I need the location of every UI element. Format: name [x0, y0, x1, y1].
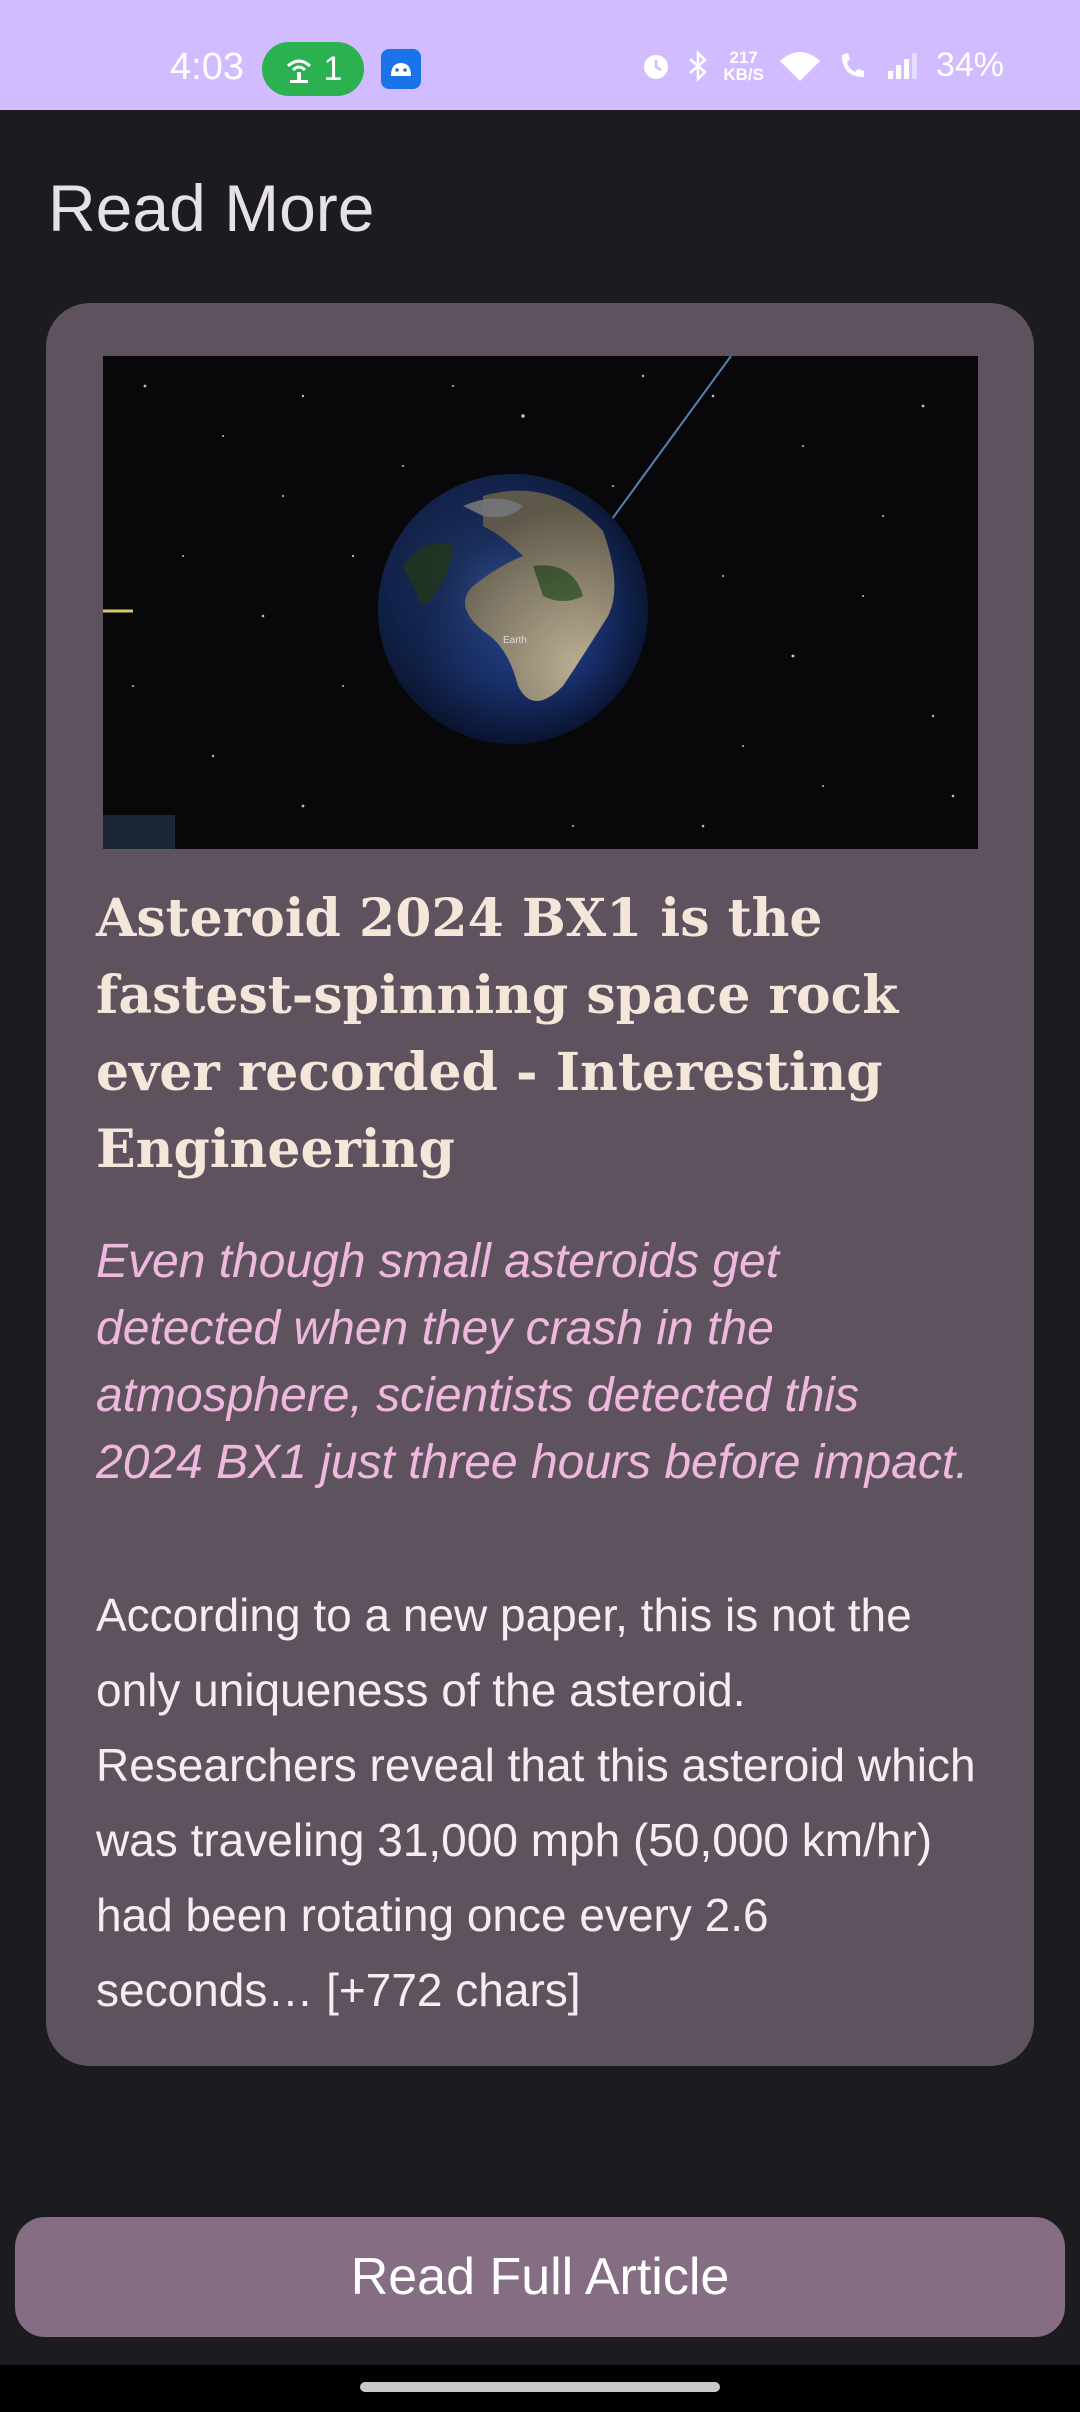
network-speed: 217 KB/S: [723, 49, 764, 83]
hotspot-badge: 1: [262, 42, 364, 96]
article-body: According to a new paper, this is not th…: [96, 1589, 976, 2016]
status-right-group: 217 KB/S 34%: [639, 46, 1004, 85]
home-indicator[interactable]: [360, 2382, 720, 2392]
hotspot-icon: [286, 59, 311, 83]
wifi-calling-icon: [841, 52, 864, 77]
navigation-bar: [0, 2365, 1080, 2412]
status-time: 4:03: [170, 46, 244, 88]
read-full-article-button[interactable]: Read Full Article: [15, 2217, 1065, 2337]
page-title: Read More: [48, 171, 375, 245]
android-icon: [381, 49, 421, 89]
network-speed-unit: KB/S: [723, 64, 764, 84]
bluetooth-icon: [689, 49, 708, 82]
network-speed-value: 217: [729, 47, 758, 67]
hotspot-count: 1: [323, 49, 343, 88]
article-image: Earth: [103, 356, 978, 849]
article-title: Asteroid 2024 BX1 is the fastest-spinnin…: [96, 888, 899, 1180]
wifi-icon: [779, 51, 820, 81]
battery-percent: 34%: [935, 46, 1004, 84]
alarm-icon: [644, 54, 669, 79]
article-card[interactable]: Earth Asteroid 2024 BX1 is the fastest-s…: [46, 303, 1034, 2066]
earth-label: Earth: [503, 635, 527, 646]
signal-icon: [887, 52, 917, 79]
status-bar: 4:03 1 217 KB/S 34%: [0, 0, 1080, 110]
article-summary: Even though small asteroids get detected…: [96, 1235, 969, 1489]
